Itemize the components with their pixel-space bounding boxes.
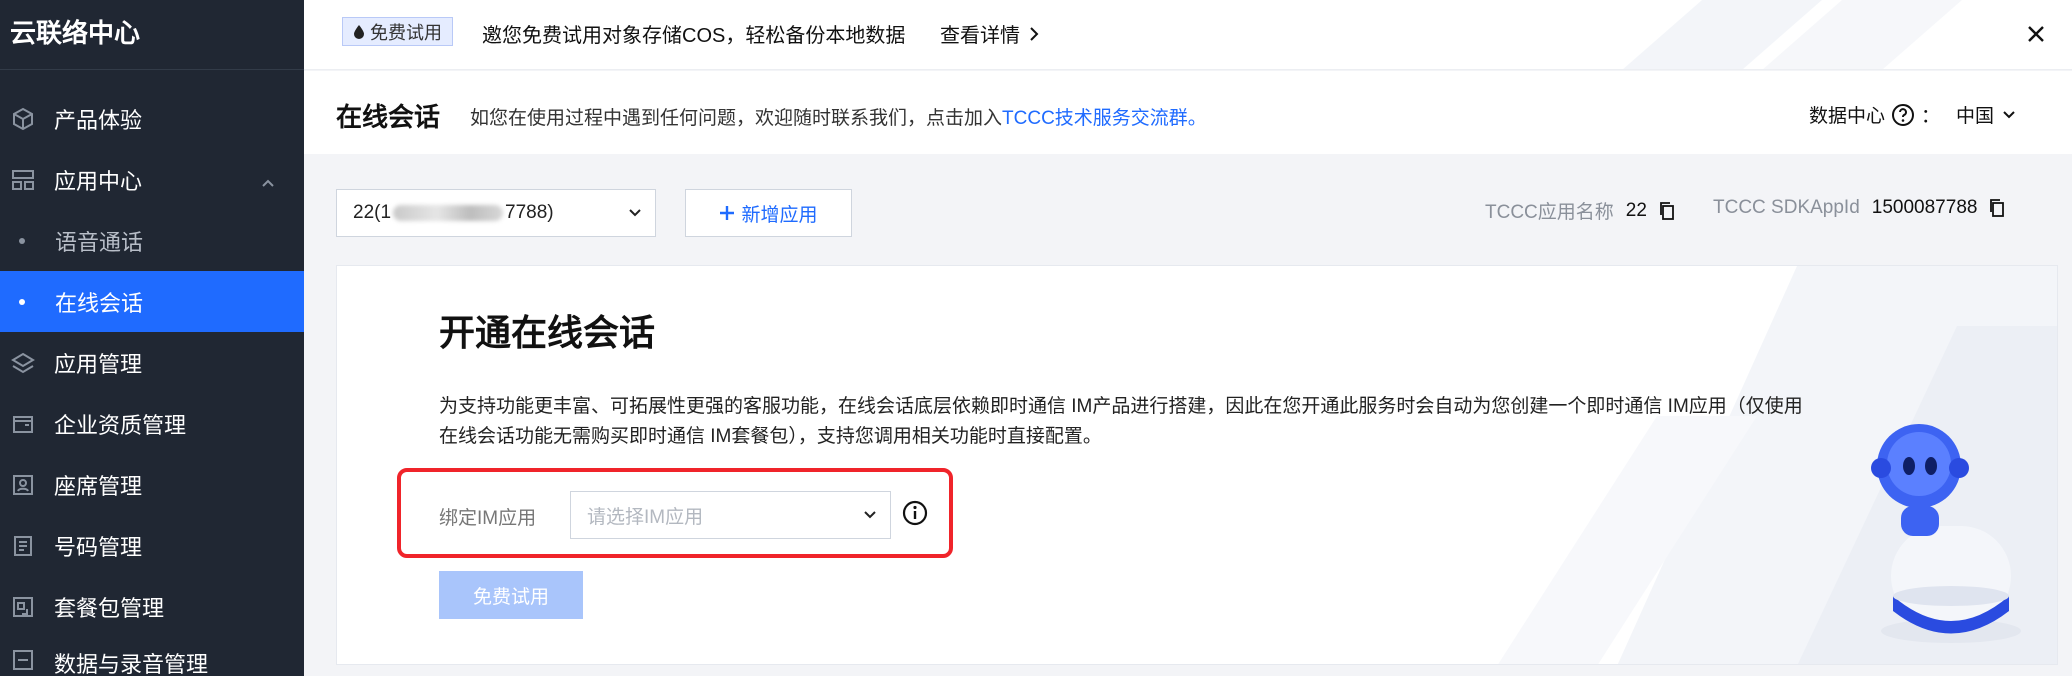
agent-icon [10, 472, 36, 498]
help-icon[interactable] [1891, 103, 1915, 127]
region-select[interactable]: 中国 [1956, 101, 2016, 128]
add-app-button[interactable]: 新增应用 [685, 189, 852, 237]
sidebar-item-label: 应用中心 [54, 168, 143, 194]
info-icon[interactable] [901, 499, 929, 527]
sidebar-item-product-experience[interactable]: 产品体验 [0, 88, 304, 149]
grid-icon [10, 167, 36, 193]
data-center: 数据中心 ： 中国 [1809, 101, 2016, 128]
app-select-prefix: 22(1 [353, 202, 392, 223]
chevron-right-icon [1030, 26, 1039, 41]
page-header: 在线会话 如您在使用过程中遇到任何问题，欢迎随时联系我们，点击加入TCCC技术服… [304, 71, 2072, 154]
sdkappid-value: 1500087788 [1871, 197, 1978, 218]
free-trial-button[interactable]: 免费试用 [439, 571, 583, 619]
sidebar-item-voice-call[interactable]: 语音通话 [0, 210, 304, 271]
add-app-label: 新增应用 [741, 204, 818, 226]
tag-label: 免费试用 [370, 22, 442, 43]
drop-icon [354, 24, 364, 39]
bullet-icon [19, 298, 25, 305]
sidebar-item-label: 套餐包管理 [54, 595, 165, 621]
sdkappid-key: TCCC SDKAppId [1713, 197, 1860, 218]
app-name-meta: TCCC应用名称 22 [1485, 197, 1675, 224]
sidebar-item-app-management[interactable]: 应用管理 [0, 332, 304, 393]
description-text: 如您在使用过程中遇到任何问题，欢迎随时联系我们，点击加入 [470, 108, 1003, 129]
close-banner-button[interactable] [2022, 20, 2050, 48]
brand-title: 云联络中心 [0, 0, 304, 70]
sidebar-item-data-recording[interactable]: 数据与录音管理 [0, 637, 304, 676]
app-name-key: TCCC应用名称 [1485, 202, 1614, 223]
tccc-group-link[interactable]: TCCC技术服务交流群。 [1002, 108, 1207, 129]
sidebar-item-label: 在线会话 [55, 290, 144, 316]
app-name-value: 22 [1625, 199, 1647, 221]
banner-detail-link[interactable]: 查看详情 [940, 19, 1040, 48]
sidebar-item-agent-management[interactable]: 座席管理 [0, 454, 304, 515]
bind-im-label: 绑定IM应用 [439, 508, 537, 529]
sidebar-item-label: 语音通话 [55, 229, 144, 255]
copy-icon[interactable] [1989, 199, 2005, 217]
card-description: 为支持功能更丰富、可拓展性更强的客服功能，在线会话底层依赖即时通信 IM产品进行… [439, 396, 1803, 447]
data-icon [10, 647, 36, 673]
card-title: 开通在线会话 [439, 312, 656, 353]
sidebar-item-label: 应用管理 [54, 351, 143, 377]
im-app-select[interactable]: 请选择IM应用 [570, 491, 891, 539]
app-select[interactable]: 22(1 7788) [336, 189, 656, 237]
sidebar-item-label: 产品体验 [54, 107, 143, 133]
banner-decoration [1623, 0, 1962, 69]
sidebar-item-online-session[interactable]: 在线会话 [0, 271, 304, 332]
banner-text: 邀您免费试用对象存储COS，轻松备份本地数据 [482, 25, 906, 47]
redacted-blur [393, 205, 504, 221]
im-select-placeholder: 请选择IM应用 [587, 506, 704, 528]
chevron-down-icon [864, 511, 876, 519]
sidebar-item-label: 座席管理 [54, 473, 143, 499]
bullet-icon [19, 237, 25, 244]
app-select-suffix: 7788) [505, 202, 554, 223]
cube-icon [10, 106, 36, 132]
copy-icon[interactable] [1659, 201, 1675, 220]
sidebar-item-app-center[interactable]: 应用中心 [0, 149, 304, 210]
plus-icon [720, 206, 735, 220]
sidebar-item-enterprise-qualification[interactable]: 企业资质管理 [0, 393, 304, 454]
region-value: 中国 [1955, 106, 1994, 127]
data-center-label: 数据中心 [1808, 106, 1885, 127]
chevron-down-icon [2003, 110, 2015, 118]
banner-link-label[interactable]: 查看详情 [940, 19, 1020, 48]
chevron-down-icon [629, 209, 641, 217]
document-icon [10, 533, 36, 559]
sidebar: 云联络中心 产品体验 应用中心 语音通话 在线会话 应用管理 企业资质管理 座席… [0, 0, 304, 676]
close-icon [2028, 26, 2044, 42]
layers-icon [10, 350, 36, 376]
promo-banner: 免费试用 邀您免费试用对象存储COS，轻松备份本地数据 查看详情 [304, 0, 2072, 70]
sidebar-item-label: 号码管理 [54, 534, 143, 560]
sidebar-item-label: 数据与录音管理 [54, 652, 209, 676]
sidebar-nav: 产品体验 应用中心 语音通话 在线会话 应用管理 企业资质管理 座席管理 号码管… [0, 70, 304, 676]
sidebar-item-label: 企业资质管理 [54, 412, 187, 438]
page-description: 如您在使用过程中遇到任何问题，欢迎随时联系我们，点击加入TCCC技术服务交流群。 [470, 103, 1207, 130]
sidebar-item-number-management[interactable]: 号码管理 [0, 515, 304, 576]
robot-illustration [1871, 424, 2021, 643]
chevron-up-icon[interactable] [260, 171, 276, 197]
page-title: 在线会话 [336, 102, 441, 132]
package-icon [10, 594, 36, 620]
folder-icon [10, 411, 36, 437]
sdkappid-meta: TCCC SDKAppId 1500087788 [1713, 197, 2005, 219]
activation-card: 开通在线会话 为支持功能更丰富、可拓展性更强的客服功能，在线会话底层依赖即时通信… [336, 265, 2058, 665]
sidebar-item-package-management[interactable]: 套餐包管理 [0, 576, 304, 637]
free-trial-tag: 免费试用 [342, 17, 453, 46]
data-center-colon: ： [1920, 106, 1940, 127]
